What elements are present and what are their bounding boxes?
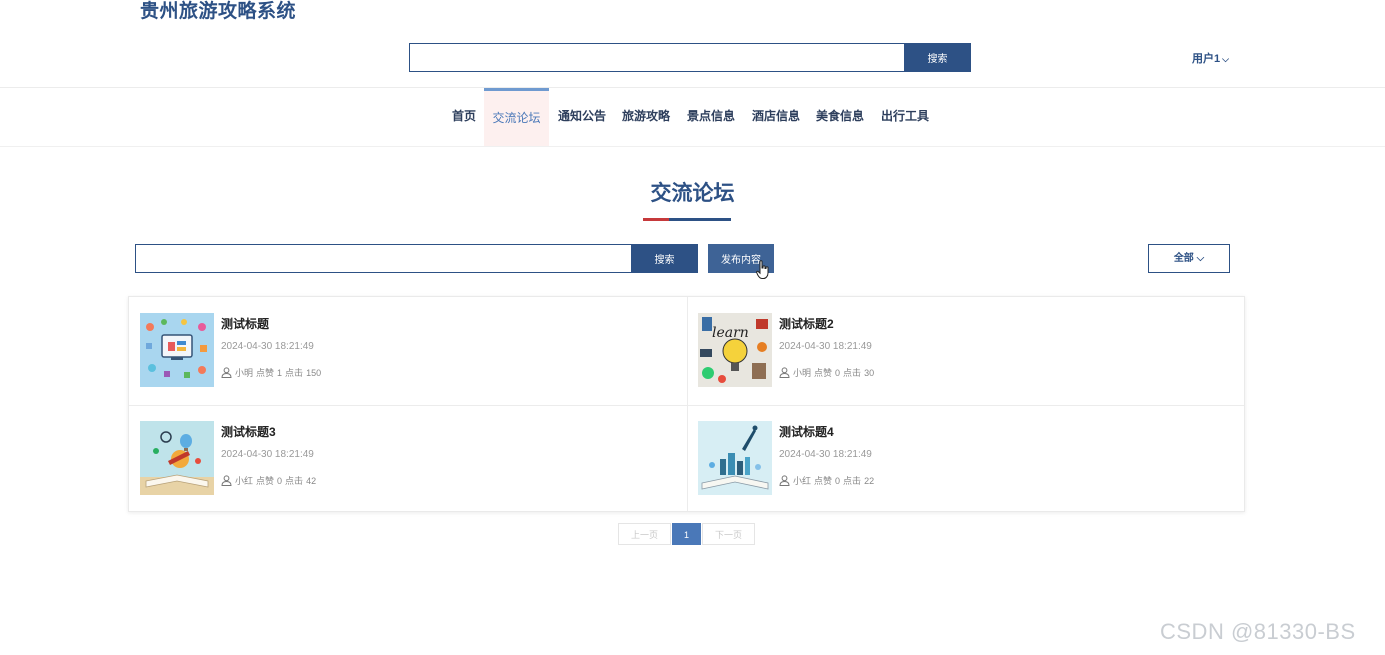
likes-label: 点赞 bbox=[814, 368, 833, 378]
post-title: 测试标题2 bbox=[779, 317, 834, 331]
likes-label: 点赞 bbox=[256, 368, 275, 378]
nav-item-transport[interactable]: 出行工具 bbox=[881, 88, 929, 146]
filter-label: 全部 bbox=[1173, 253, 1194, 264]
post-meta: 小红 点赞 0 点击 42 bbox=[221, 474, 316, 487]
post-author: 小红 bbox=[793, 476, 812, 486]
clicks-label: 点击 bbox=[843, 476, 862, 486]
post-thumbnail bbox=[140, 313, 214, 387]
post-card[interactable]: 测试标题 2024-04-30 18:21:49 小明 点赞 1 点击 150 bbox=[140, 313, 680, 393]
forum-search: 搜索 bbox=[135, 244, 698, 273]
user-icon bbox=[221, 367, 232, 378]
post-title: 测试标题3 bbox=[221, 425, 276, 439]
nav-item-forum[interactable]: 交流论坛 bbox=[484, 88, 549, 146]
post-meta: 小明 点赞 1 点击 150 bbox=[221, 366, 321, 379]
post-card[interactable]: learn 测试标题2 2024-04-30 18:21:49 小明 点赞 0 … bbox=[698, 313, 1238, 393]
post-date: 2024-04-30 18:21:49 bbox=[779, 449, 872, 460]
likes-count: 1 bbox=[277, 367, 283, 378]
nav-item-hotels[interactable]: 酒店信息 bbox=[752, 88, 800, 146]
post-author: 小红 bbox=[235, 476, 254, 486]
post-grid: 测试标题 2024-04-30 18:21:49 小明 点赞 1 点击 150 … bbox=[128, 296, 1245, 512]
clicks-count: 22 bbox=[864, 475, 875, 486]
clicks-label: 点击 bbox=[285, 476, 304, 486]
site-title: 贵州旅游攻略系统 bbox=[140, 1, 297, 22]
nav-item-guides[interactable]: 旅游攻略 bbox=[622, 88, 670, 146]
main-nav: 首页 交流论坛 通知公告 旅游攻略 景点信息 酒店信息 美食信息 出行工具 bbox=[0, 88, 1385, 146]
user-icon bbox=[221, 475, 232, 486]
post-card[interactable]: 测试标题4 2024-04-30 18:21:49 小红 点赞 0 点击 22 bbox=[698, 421, 1238, 501]
post-date: 2024-04-30 18:21:49 bbox=[221, 341, 314, 352]
post-author: 小明 bbox=[235, 368, 254, 378]
post-title: 测试标题 bbox=[221, 317, 270, 331]
likes-count: 0 bbox=[835, 367, 841, 378]
header-search-button[interactable]: 搜索 bbox=[904, 43, 971, 72]
user-icon bbox=[779, 367, 790, 378]
nav-item-notices[interactable]: 通知公告 bbox=[558, 88, 606, 146]
hand-cursor-icon bbox=[756, 260, 769, 279]
watermark: CSDN @81330-BS bbox=[1160, 619, 1356, 644]
clicks-label: 点击 bbox=[285, 368, 304, 378]
nav-divider bbox=[0, 146, 1385, 147]
prev-page-button[interactable]: 上一页 bbox=[618, 523, 671, 545]
post-title: 测试标题4 bbox=[779, 425, 834, 439]
next-page-button[interactable]: 下一页 bbox=[702, 523, 755, 545]
page-number-current[interactable]: 1 bbox=[672, 523, 701, 545]
likes-label: 点赞 bbox=[814, 476, 833, 486]
header-search: 搜索 bbox=[409, 43, 971, 72]
svg-text:learn: learn bbox=[712, 325, 749, 341]
post-thumbnail bbox=[698, 421, 772, 495]
post-author: 小明 bbox=[793, 368, 812, 378]
post-thumbnail: learn bbox=[698, 313, 772, 387]
post-card[interactable]: 测试标题3 2024-04-30 18:21:49 小红 点赞 0 点击 42 bbox=[140, 421, 680, 501]
likes-count: 0 bbox=[835, 475, 841, 486]
clicks-count: 42 bbox=[306, 475, 317, 486]
nav-item-home[interactable]: 首页 bbox=[452, 88, 476, 146]
chevron-down-icon: ⌵ bbox=[1222, 54, 1229, 64]
user-menu[interactable]: 用户1 ⌵ bbox=[1192, 50, 1229, 66]
post-date: 2024-04-30 18:21:49 bbox=[221, 449, 314, 460]
post-date: 2024-04-30 18:21:49 bbox=[779, 341, 872, 352]
post-thumbnail bbox=[140, 421, 214, 495]
pagination: 上一页 1 下一页 bbox=[618, 523, 755, 545]
forum-search-input[interactable] bbox=[135, 244, 631, 273]
title-underline bbox=[643, 218, 731, 221]
page-title: 交流论坛 bbox=[650, 182, 735, 205]
chevron-down-icon: ⌵ bbox=[1196, 253, 1205, 264]
category-filter-dropdown[interactable]: 全部 ⌵ bbox=[1148, 244, 1230, 273]
clicks-count: 30 bbox=[864, 367, 875, 378]
likes-label: 点赞 bbox=[256, 476, 275, 486]
forum-search-button[interactable]: 搜索 bbox=[631, 244, 698, 273]
nav-item-attractions[interactable]: 景点信息 bbox=[687, 88, 735, 146]
clicks-count: 150 bbox=[306, 367, 322, 378]
post-meta: 小明 点赞 0 点击 30 bbox=[779, 366, 874, 379]
header-search-input[interactable] bbox=[409, 43, 904, 72]
clicks-label: 点击 bbox=[843, 368, 862, 378]
likes-count: 0 bbox=[277, 475, 283, 486]
user-name: 用户1 bbox=[1192, 53, 1221, 65]
nav-item-food[interactable]: 美食信息 bbox=[816, 88, 864, 146]
user-icon bbox=[779, 475, 790, 486]
post-meta: 小红 点赞 0 点击 22 bbox=[779, 474, 874, 487]
